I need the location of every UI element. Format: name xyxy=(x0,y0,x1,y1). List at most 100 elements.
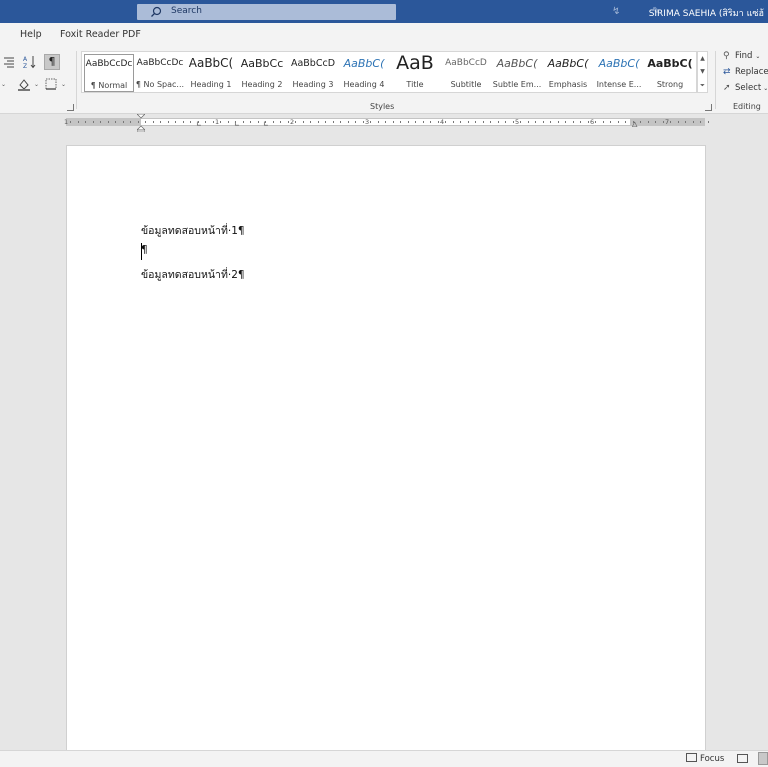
paragraph-dialog-launcher[interactable] xyxy=(67,104,74,111)
paragraph[interactable]: ข้อมูลทดสอบหน้าที่·1¶ xyxy=(141,222,245,239)
style-subtitle[interactable]: AaBbCcD Subtitle xyxy=(441,54,491,92)
ruler-tick xyxy=(520,121,521,123)
ruler-tick xyxy=(497,121,499,123)
search-icon xyxy=(151,6,162,17)
replace-button[interactable]: ⇄ Replace xyxy=(723,67,768,81)
ruler-tick xyxy=(580,121,581,123)
find-button[interactable]: ⚲ Find ⌄ xyxy=(723,51,760,65)
align-justify-icon[interactable] xyxy=(2,55,16,69)
chevron-down-icon[interactable]: ⌄ xyxy=(1,81,6,88)
indent-marker-icon[interactable] xyxy=(137,114,145,132)
style-label: Heading 1 xyxy=(190,80,232,89)
ruler-area: 1 1 2 3 4 5 6 7 ∟ ∟ ∟ △ xyxy=(0,114,768,132)
ruler-tick xyxy=(400,121,401,123)
ruler-tick xyxy=(212,121,214,123)
tab-help[interactable]: Help xyxy=(20,29,42,40)
svg-text:A: A xyxy=(23,56,28,63)
style-label: Strong xyxy=(656,80,684,89)
ruler-tick xyxy=(407,121,409,123)
style-heading-3[interactable]: AaBbCcD Heading 3 xyxy=(288,54,338,92)
style-label: Title xyxy=(406,80,424,89)
ruler-tick xyxy=(145,121,146,123)
editing-group-label: Editing xyxy=(733,102,761,111)
style-label: Heading 3 xyxy=(292,80,334,89)
search-box[interactable]: Search xyxy=(137,4,396,20)
sort-icon[interactable]: A Z xyxy=(23,55,37,69)
ruler-number: 3 xyxy=(365,118,370,126)
ruler-tick xyxy=(250,121,251,123)
svg-text:Z: Z xyxy=(23,63,27,69)
ruler-tick xyxy=(490,121,491,123)
document-area: ข้อมูลทดสอบหน้าที่·1¶ ¶ ข้อมูลทดสอบหน้าท… xyxy=(0,132,768,765)
borders-icon[interactable] xyxy=(44,77,58,91)
select-label: Select xyxy=(735,83,762,93)
paragraph[interactable]: ข้อมูลทดสอบหน้าที่·2¶ xyxy=(141,266,245,283)
ruler-tick xyxy=(332,121,334,123)
ruler-tick xyxy=(565,121,566,123)
horizontal-ruler[interactable]: 1 1 2 3 4 5 6 7 ∟ ∟ ∟ △ xyxy=(64,118,709,128)
ruler-tick xyxy=(655,121,656,123)
document-page[interactable]: ข้อมูลทดสอบหน้าที่·1¶ ¶ ข้อมูลทดสอบหน้าท… xyxy=(66,145,706,765)
style-label: Subtitle xyxy=(450,80,482,89)
ruler-tick xyxy=(85,121,86,123)
empty-paragraph[interactable]: ¶ xyxy=(141,244,148,256)
styles-gallery-scroll: ▲ ▼ ⏷ xyxy=(697,51,708,93)
ruler-tick xyxy=(317,121,319,123)
style-heading-4[interactable]: AaBbC( Heading 4 xyxy=(339,54,389,92)
style-strong[interactable]: AaBbC( Strong xyxy=(645,54,695,92)
gallery-up-icon[interactable]: ▲ xyxy=(698,52,707,65)
style-normal[interactable]: AaBbCcDc ¶ Normal xyxy=(84,54,134,92)
replace-icon: ⇄ xyxy=(723,67,731,77)
ruler-tick xyxy=(535,121,536,123)
ruler-tick xyxy=(437,121,439,123)
ruler-tick xyxy=(512,121,514,123)
ruler-tick xyxy=(617,121,619,123)
styles-group-label: Styles xyxy=(370,102,395,111)
ruler-tick xyxy=(460,121,461,123)
gallery-down-icon[interactable]: ▼ xyxy=(698,65,707,78)
ruler-tick xyxy=(295,121,296,123)
user-name[interactable]: SIRIMA SAEHIA (สิริมา แซ่ฮ้ xyxy=(649,6,764,20)
style-title[interactable]: AaB Title xyxy=(390,54,440,92)
style-no-spacing[interactable]: AaBbCcDc ¶ No Spac... xyxy=(135,54,185,92)
ruler-tick xyxy=(587,121,589,123)
shading-dropdown-icon[interactable]: ⌄ xyxy=(34,81,39,88)
style-preview: AaB xyxy=(396,54,434,74)
read-mode-icon[interactable] xyxy=(737,754,748,763)
ruler-tick xyxy=(182,121,184,123)
focus-mode-button[interactable]: Focus xyxy=(686,753,724,764)
styles-dialog-launcher[interactable] xyxy=(705,104,712,111)
tab-foxit-reader-pdf[interactable]: Foxit Reader PDF xyxy=(60,29,141,40)
print-layout-icon[interactable] xyxy=(758,752,768,765)
style-heading-1[interactable]: AaBbC( Heading 1 xyxy=(186,54,236,92)
style-heading-2[interactable]: AaBbCc Heading 2 xyxy=(237,54,287,92)
style-intense-emphasis[interactable]: AaBbC( Intense E... xyxy=(594,54,644,92)
ruler-tick xyxy=(227,121,229,123)
style-label: Heading 4 xyxy=(343,80,385,89)
show-hide-formatting-button[interactable]: ¶ xyxy=(44,54,60,70)
ruler-tick xyxy=(550,121,551,123)
borders-dropdown-icon[interactable]: ⌄ xyxy=(61,81,66,88)
gallery-more-icon[interactable]: ⏷ xyxy=(698,79,707,92)
style-preview: AaBbC( xyxy=(188,56,234,70)
ruler-tick xyxy=(677,121,679,123)
ruler-tick xyxy=(700,121,701,123)
style-subtle-emphasis[interactable]: AaBbC( Subtle Em... xyxy=(492,54,542,92)
ruler-tick xyxy=(355,121,356,123)
style-preview: AaBbC( xyxy=(496,57,538,70)
style-preview: AaBbC( xyxy=(598,57,640,70)
ruler-number: 5 xyxy=(515,118,520,126)
find-label: Find xyxy=(735,51,753,61)
ruler-tick xyxy=(197,121,199,123)
status-bar: Focus xyxy=(0,750,768,767)
shading-icon[interactable] xyxy=(17,77,31,91)
ruler-tick xyxy=(640,121,641,123)
ribbon: A Z ¶ ⌄ ⌄ ⌄ AaBbCcDc ¶ Normal AaBbCcDc ¶… xyxy=(0,47,768,114)
ruler-tick xyxy=(370,121,371,123)
ruler-tick xyxy=(220,121,221,123)
ruler-tick xyxy=(310,121,311,123)
ribbon-tab-row: Help Foxit Reader PDF xyxy=(0,23,768,47)
style-emphasis[interactable]: AaBbC( Emphasis xyxy=(543,54,593,92)
select-button[interactable]: ➚ Select ⌄ xyxy=(723,83,768,97)
replace-label: Replace xyxy=(735,67,768,77)
